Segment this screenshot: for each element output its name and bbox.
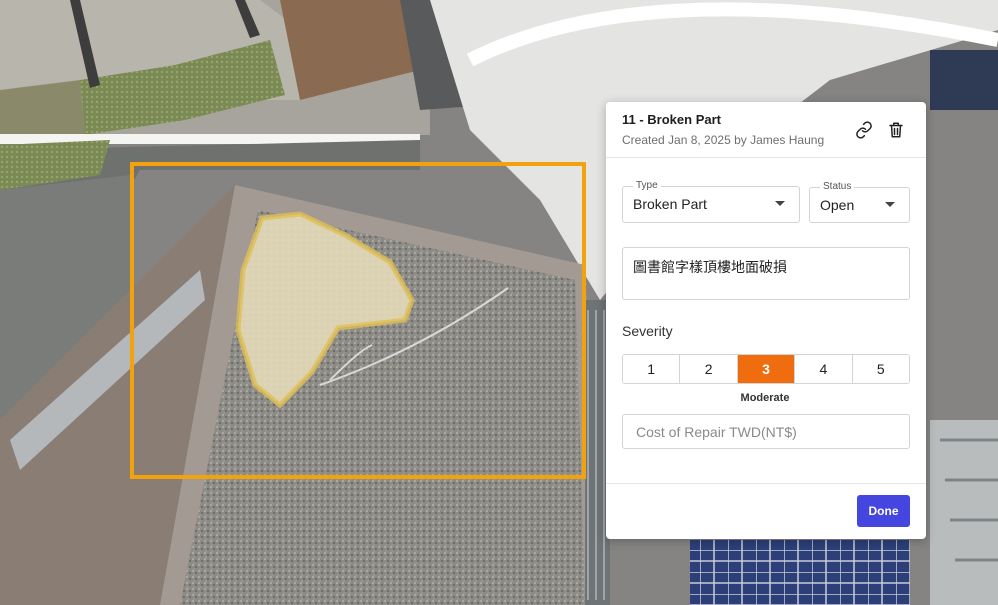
severity-option-1[interactable]: 1 xyxy=(623,355,681,383)
severity-caption: Moderate xyxy=(740,392,790,404)
annotation-title: 11 - Broken Part xyxy=(622,112,721,127)
done-button[interactable]: Done xyxy=(857,495,910,527)
severity-option-4[interactable]: 4 xyxy=(795,355,853,383)
annotation-panel: 11 - Broken Part Created Jan 8, 2025 by … xyxy=(606,102,926,539)
panel-footer: Done xyxy=(606,483,926,539)
description-text: 圖書館字樣頂樓地面破損 xyxy=(633,259,787,275)
severity-option-3[interactable]: 3 xyxy=(737,355,796,383)
type-select-value: Broken Part xyxy=(633,196,707,212)
severity-label: Severity xyxy=(622,323,673,339)
cost-of-repair-input[interactable] xyxy=(623,415,909,448)
status-select-value: Open xyxy=(820,197,855,213)
chevron-down-icon xyxy=(775,201,785,206)
annotation-created-info: Created Jan 8, 2025 by James Haung xyxy=(622,133,825,147)
description-textarea[interactable]: 圖書館字樣頂樓地面破損 xyxy=(622,247,910,300)
severity-option-2[interactable]: 2 xyxy=(680,355,738,383)
severity-selector: 1 2 3 4 5 xyxy=(622,354,910,384)
type-select[interactable]: Type Broken Part xyxy=(622,180,800,223)
status-select[interactable]: Status Open xyxy=(809,181,910,223)
cost-field xyxy=(622,414,910,449)
annotation-bounding-box[interactable] xyxy=(130,162,586,479)
trash-icon[interactable] xyxy=(884,118,908,142)
panel-header: 11 - Broken Part Created Jan 8, 2025 by … xyxy=(606,102,926,158)
severity-option-5[interactable]: 5 xyxy=(852,355,909,383)
status-select-label: Status xyxy=(820,181,855,193)
chevron-down-icon xyxy=(885,202,895,207)
type-select-label: Type xyxy=(633,180,661,192)
link-icon[interactable] xyxy=(852,118,876,142)
